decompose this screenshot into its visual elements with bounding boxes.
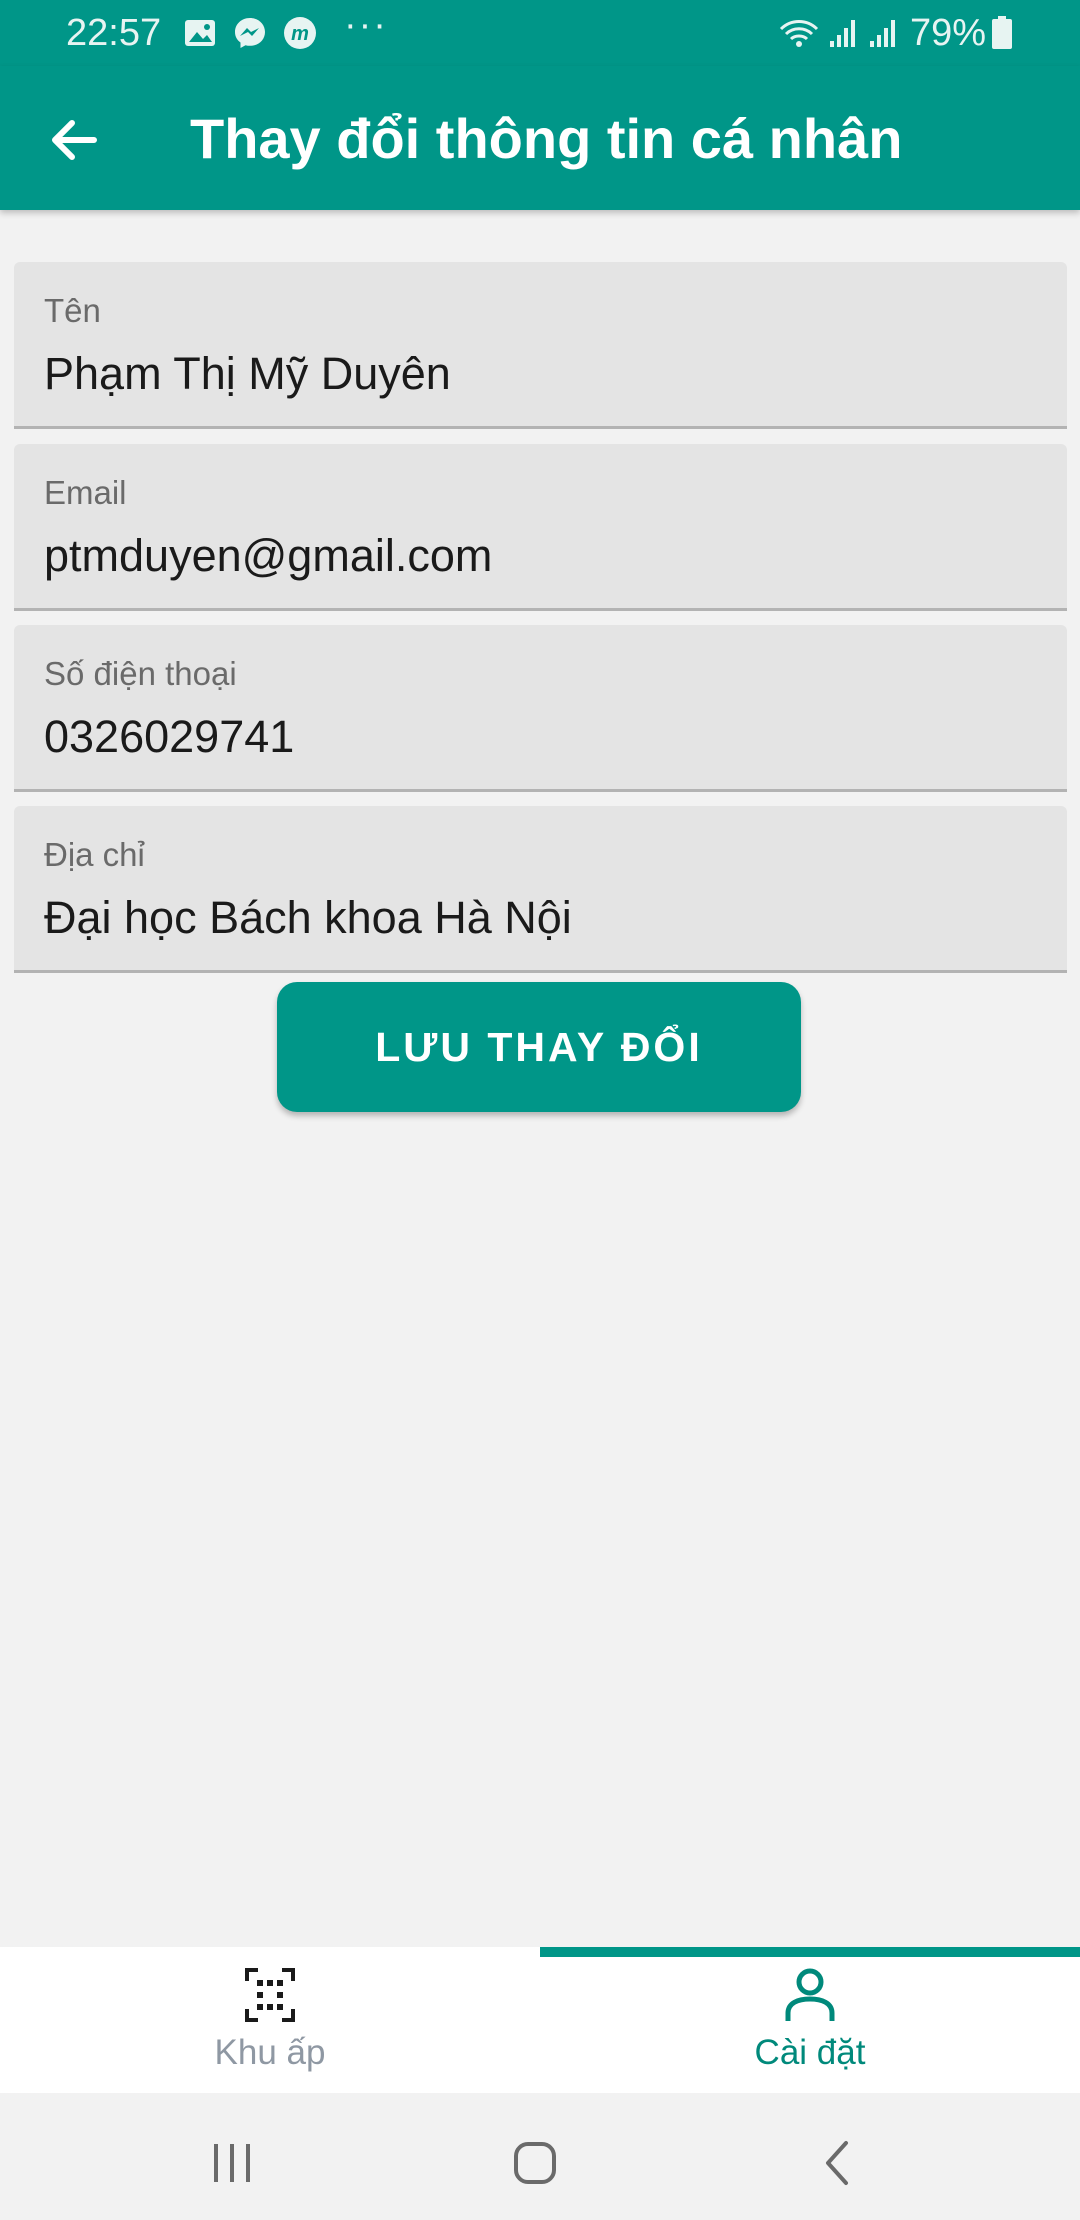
- system-navigation-bar: [0, 2093, 1080, 2220]
- wifi-icon: [779, 20, 819, 47]
- home-icon[interactable]: [505, 2133, 565, 2193]
- phone-field[interactable]: Số điện thoại 0326029741: [14, 625, 1067, 792]
- status-time: 22:57: [66, 12, 162, 54]
- nav-label-cai-dat: Cài đặt: [754, 2033, 866, 2072]
- nav-label-khu-ap: Khu ấp: [214, 2033, 326, 2072]
- phone-field-value[interactable]: 0326029741: [44, 711, 294, 763]
- save-changes-button[interactable]: LƯU THAY ĐỔI: [277, 982, 801, 1112]
- gallery-notification-icon: [185, 20, 215, 46]
- battery-percent: 79%: [910, 12, 987, 54]
- qr-scan-icon: [245, 1968, 295, 2022]
- address-field[interactable]: Địa chỉ Đại học Bách khoa Hà Nội: [14, 806, 1067, 973]
- name-field[interactable]: Tên Phạm Thị Mỹ Duyên: [14, 262, 1067, 429]
- bottom-navigation: Khu ấp Cài đặt: [0, 1947, 1080, 2093]
- nav-item-khu-ap[interactable]: Khu ấp: [0, 1947, 540, 2093]
- email-field-value[interactable]: ptmduyen@gmail.com: [44, 530, 492, 582]
- nav-item-cai-dat[interactable]: Cài đặt: [540, 1947, 1080, 2093]
- battery-icon: [992, 16, 1012, 49]
- page-title: Thay đổi thông tin cá nhân: [190, 107, 903, 170]
- address-field-label: Địa chỉ: [44, 836, 145, 873]
- app-m-notification-icon: m: [284, 17, 316, 49]
- name-field-value[interactable]: Phạm Thị Mỹ Duyên: [44, 348, 451, 400]
- svg-text:m: m: [291, 23, 309, 45]
- system-back-icon[interactable]: [808, 2133, 868, 2193]
- email-field-label: Email: [44, 474, 127, 511]
- person-icon: [785, 1968, 835, 2021]
- name-field-label: Tên: [44, 292, 101, 329]
- phone-field-label: Số điện thoại: [44, 655, 237, 692]
- messenger-notification-icon: [235, 18, 265, 48]
- app-screen: 22:57 m ··· 79% Thay đổi thông tin cá nh…: [0, 0, 1080, 2220]
- app-bar: Thay đổi thông tin cá nhân: [0, 66, 1080, 210]
- recent-apps-icon[interactable]: [202, 2133, 262, 2193]
- status-bar: 22:57 m ··· 79%: [0, 0, 1080, 66]
- address-field-value[interactable]: Đại học Bách khoa Hà Nội: [44, 892, 572, 944]
- signal-icon-1: [830, 20, 855, 47]
- more-notifications: ···: [344, 4, 388, 46]
- email-field[interactable]: Email ptmduyen@gmail.com: [14, 444, 1067, 611]
- signal-icon-2: [870, 20, 895, 47]
- back-arrow-icon[interactable]: [44, 110, 104, 170]
